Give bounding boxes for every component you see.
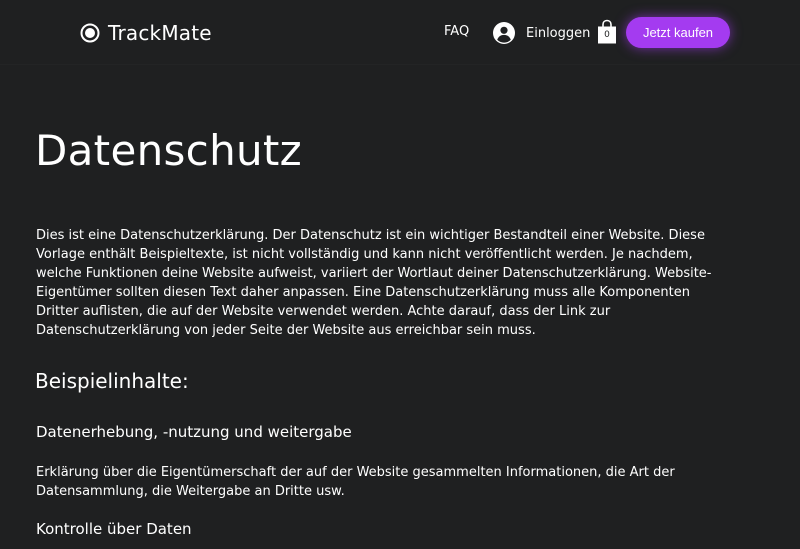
login-button[interactable]: Einloggen [493, 21, 590, 45]
site-logo[interactable]: TrackMate [80, 20, 212, 46]
subsection-heading-data-collection: Datenerhebung, -nutzung und weitergabe [36, 423, 352, 441]
login-label: Einloggen [526, 25, 591, 41]
page: TrackMate FAQ Einloggen 0 Jetzt kaufen D… [0, 0, 800, 549]
page-title: Datenschutz [35, 126, 303, 175]
intro-paragraph: Dies ist eine Datenschutzerklärung. Der … [36, 228, 712, 338]
subsection-heading-data-control: Kontrolle über Daten [36, 520, 192, 538]
record-circle-icon [80, 23, 100, 43]
subsection-text-data-collection: Erklärung über die Eigentümerschaft der … [36, 465, 675, 499]
logo-text: TrackMate [108, 21, 212, 45]
buy-now-button[interactable]: Jetzt kaufen [626, 17, 730, 48]
user-avatar-icon [493, 22, 515, 44]
nav-faq-link[interactable]: FAQ [444, 24, 469, 39]
cart-button[interactable]: 0 [597, 19, 617, 45]
header-bar: TrackMate FAQ Einloggen 0 Jetzt kaufen [0, 0, 800, 64]
cart-count-badge: 0 [604, 30, 610, 40]
section-heading-examples: Beispielinhalte: [35, 369, 189, 393]
